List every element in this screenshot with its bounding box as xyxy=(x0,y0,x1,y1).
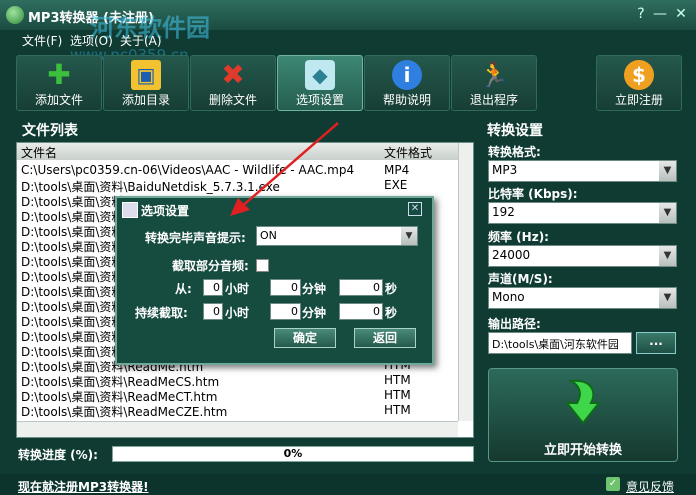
output-path-field[interactable]: D:\tools\桌面\河东软件园 xyxy=(488,332,632,354)
close-button[interactable]: ✕ xyxy=(673,6,689,22)
chevron-down-icon[interactable]: ▼ xyxy=(401,227,417,245)
register-link[interactable]: 现在就注册MP3转换器! xyxy=(18,478,149,495)
partial-audio-label: 截取部分音频: xyxy=(172,259,249,273)
ok-button[interactable]: 确定 xyxy=(274,328,336,348)
duration-label: 持续截取: xyxy=(135,306,188,320)
from-minute-input[interactable]: 0 xyxy=(270,279,301,296)
progress-label: 转换进度 (%): xyxy=(18,448,98,462)
hour-unit-label: 小时 xyxy=(225,282,250,296)
chevron-down-icon[interactable]: ▼ xyxy=(659,246,676,266)
dollar-icon: $ xyxy=(624,60,654,90)
register-label: 立即注册 xyxy=(614,93,663,107)
convert-arrow-icon xyxy=(564,379,602,425)
sound-prompt-label: 转换完毕声音提示: xyxy=(145,231,246,245)
file-list-title: 文件列表 xyxy=(22,123,78,139)
register-button[interactable]: $ 立即注册 xyxy=(596,55,682,111)
info-icon: i xyxy=(392,60,422,90)
options-dialog: 选项设置 ✕ 转换完毕声音提示: ON ▼ 截取部分音频: 从: 0 小时 0 … xyxy=(115,196,434,365)
feedback-link[interactable]: 意见反馈 xyxy=(626,478,674,495)
app-icon xyxy=(6,6,24,24)
column-format[interactable]: 文件格式 xyxy=(384,144,432,161)
row-format: MP4 xyxy=(384,163,410,177)
delete-icon: ✖ xyxy=(221,58,245,91)
row-format: HTM xyxy=(384,373,411,387)
start-convert-button[interactable]: 立即开始转换 xyxy=(488,368,678,462)
options-label: 选项设置 xyxy=(295,93,344,107)
partial-audio-checkbox[interactable] xyxy=(256,259,269,272)
vertical-scrollbar[interactable] xyxy=(458,143,473,421)
output-path-value: D:\tools\桌面\河东软件园 xyxy=(492,338,619,351)
bitrate-select[interactable]: 192 ▼ xyxy=(488,202,677,224)
row-format: HTM xyxy=(384,388,411,402)
frequency-value: 24000 xyxy=(492,248,531,262)
options-icon: ◆ xyxy=(305,60,335,90)
delete-file-label: 删除文件 xyxy=(208,93,257,107)
dialog-icon xyxy=(122,202,138,218)
bitrate-value: 192 xyxy=(492,205,515,219)
exit-button[interactable]: 🏃 退出程序 xyxy=(451,55,537,111)
chevron-down-icon[interactable]: ▼ xyxy=(659,288,676,308)
back-button[interactable]: 返回 xyxy=(354,328,416,348)
minute-unit-label: 分钟 xyxy=(302,306,327,320)
close-icon[interactable]: ✕ xyxy=(408,202,422,216)
settings-title: 转换设置 xyxy=(487,123,543,139)
options-button[interactable]: ◆ 选项设置 xyxy=(277,55,363,111)
minimize-button[interactable]: — xyxy=(652,6,668,22)
start-convert-label: 立即开始转换 xyxy=(543,443,622,458)
format-label: 转换格式: xyxy=(488,145,541,159)
progress-text: 0% xyxy=(283,447,303,460)
help-doc-label: 帮助说明 xyxy=(382,93,431,107)
progress-bar: 0% xyxy=(112,446,474,462)
format-value: MP3 xyxy=(492,163,518,177)
table-row[interactable]: D:\tools\桌面\资料\ReadMeCT.htm HTM xyxy=(17,388,457,404)
second-unit-label: 秒 xyxy=(385,306,398,320)
add-file-button[interactable]: ✚ 添加文件 xyxy=(16,55,102,111)
horizontal-scrollbar[interactable] xyxy=(17,421,458,437)
folder-icon: ▣ xyxy=(131,60,161,90)
row-format: EXE xyxy=(384,178,408,192)
delete-file-button[interactable]: ✖ 删除文件 xyxy=(190,55,276,111)
help-doc-button[interactable]: i 帮助说明 xyxy=(364,55,450,111)
minute-unit-label: 分钟 xyxy=(302,282,327,296)
channel-value: Mono xyxy=(492,290,525,304)
frequency-select[interactable]: 24000 ▼ xyxy=(488,245,677,267)
output-path-label: 输出路径: xyxy=(488,317,541,331)
row-filename: D:\tools\桌面\资料\ReadMeCZE.htm xyxy=(21,405,228,419)
table-row[interactable]: D:\tools\桌面\资料\ReadMeCZE.htm HTM xyxy=(17,403,457,419)
table-row[interactable]: D:\tools\桌面\资料\ReadMeCS.htm HTM xyxy=(17,373,457,389)
from-second-input[interactable]: 0 xyxy=(339,279,383,296)
sound-prompt-value: ON xyxy=(260,229,277,242)
check-icon: ✓ xyxy=(606,477,620,491)
annotation-arrow xyxy=(230,122,339,216)
format-select[interactable]: MP3 ▼ xyxy=(488,160,677,182)
hour-unit-label: 小时 xyxy=(225,306,250,320)
bitrate-label: 比特率 (Kbps): xyxy=(488,187,578,201)
from-label: 从: xyxy=(175,282,192,296)
chevron-down-icon[interactable]: ▼ xyxy=(659,161,676,181)
browse-button[interactable]: ... xyxy=(636,332,676,354)
add-folder-label: 添加目录 xyxy=(121,93,170,107)
channel-label: 声道(M/S): xyxy=(488,272,553,286)
dialog-title: 选项设置 xyxy=(141,204,190,218)
add-file-label: 添加文件 xyxy=(34,93,83,107)
menu-file[interactable]: 文件(F) xyxy=(22,32,62,49)
add-icon: ✚ xyxy=(47,58,71,91)
duration-minute-input[interactable]: 0 xyxy=(270,303,301,320)
frequency-label: 频率 (Hz): xyxy=(488,230,549,244)
exit-icon: 🏃 xyxy=(479,61,509,89)
sound-prompt-select[interactable]: ON ▼ xyxy=(256,226,418,246)
duration-second-input[interactable]: 0 xyxy=(339,303,383,320)
exit-label: 退出程序 xyxy=(469,93,518,107)
duration-hour-input[interactable]: 0 xyxy=(203,303,223,320)
channel-select[interactable]: Mono ▼ xyxy=(488,287,677,309)
chevron-down-icon[interactable]: ▼ xyxy=(659,203,676,223)
column-filename[interactable]: 文件名 xyxy=(21,144,57,161)
from-hour-input[interactable]: 0 xyxy=(203,279,223,296)
add-folder-button[interactable]: ▣ 添加目录 xyxy=(103,55,189,111)
row-format: HTM xyxy=(384,403,411,417)
second-unit-label: 秒 xyxy=(385,282,398,296)
help-button[interactable]: ? xyxy=(633,6,649,22)
